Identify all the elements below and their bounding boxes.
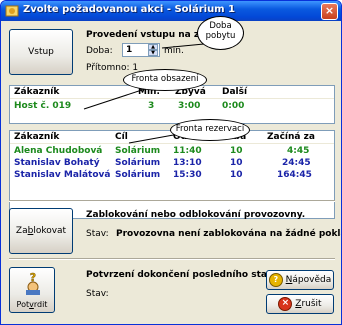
confirm-label: Potvrdit xyxy=(10,300,54,309)
close-button[interactable]: × xyxy=(321,3,338,20)
cancel-icon: × xyxy=(278,296,293,311)
callout-pointers xyxy=(83,43,205,144)
queue-callout: Fronta obsazení xyxy=(123,69,207,91)
confirm-status-label: Stav: xyxy=(86,289,109,299)
app-icon xyxy=(5,5,19,17)
block-label-pre: Za xyxy=(15,226,28,236)
confirm-heading: Potvrzení dokončení posledního stavu. xyxy=(86,270,283,280)
cancel-label-post: rušit xyxy=(301,299,322,309)
title-bar[interactable]: Zvolte požadovanou akci - Solárium 1 × xyxy=(1,1,341,21)
separator xyxy=(9,258,335,260)
block-label-post: lokovat xyxy=(33,226,67,236)
separator xyxy=(9,200,335,202)
dialog-window: Zvolte požadovanou akci - Solárium 1 × V… xyxy=(0,0,342,325)
block-status-label: Stav: xyxy=(86,229,109,239)
confirm-label-pre: Pot xyxy=(16,300,30,309)
window-title: Zvolte požadovanou akci - Solárium 1 xyxy=(23,4,236,15)
help-button[interactable]: ? Nápověda xyxy=(266,270,334,290)
help-icon: ? xyxy=(268,272,283,287)
duration-callout: Doba pobytu xyxy=(197,16,244,50)
svg-text:?: ? xyxy=(30,271,36,284)
confirm-button[interactable]: ? Potvrdit xyxy=(9,267,55,313)
cancel-button[interactable]: × Zrušit xyxy=(266,294,334,314)
question-person-icon: ? xyxy=(26,271,40,295)
help-label-post: ápověda xyxy=(292,275,332,285)
block-status-value: Provozovna není zablokována na žádné pok… xyxy=(116,229,341,239)
reservations-callout: Fronta rezervací xyxy=(170,119,250,141)
block-heading: Zablokování nebo odblokování provozovny. xyxy=(86,210,306,220)
dialog-body: Vstup Provedení vstupu na zvo Doba: 1 ▲ … xyxy=(4,16,341,321)
confirm-label-post: rdit xyxy=(33,300,48,309)
block-button[interactable]: Zablokovat xyxy=(9,208,73,254)
